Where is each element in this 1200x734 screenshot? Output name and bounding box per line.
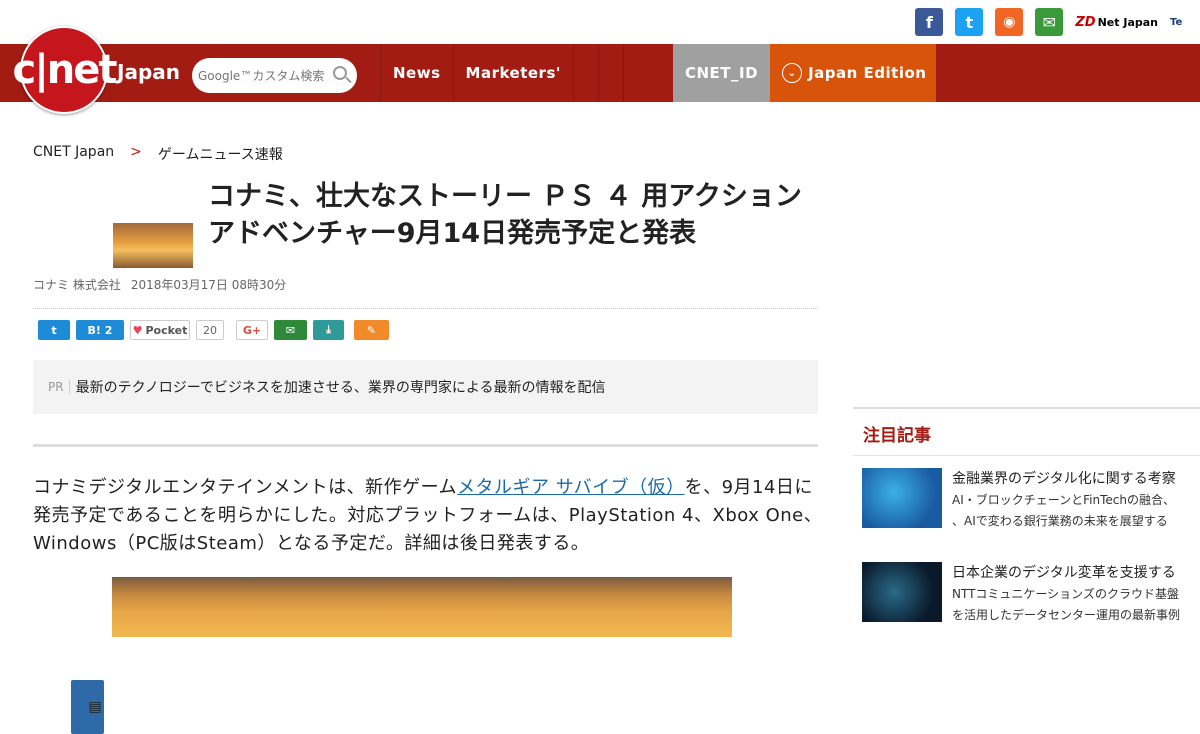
search-icon[interactable] — [333, 66, 347, 80]
twitter-icon[interactable]: t — [955, 8, 984, 36]
zdnet-link[interactable]: ZD Net Japan — [1075, 15, 1158, 30]
breadcrumb: CNET Japan > ゲームニュース速報 — [33, 144, 283, 164]
main-nav: News Marketers' CNET_ID ⌄ Japan Edition — [0, 44, 1200, 102]
sidebar-divider — [853, 455, 1200, 456]
rss-icon[interactable]: ◉ — [995, 8, 1024, 36]
sidebar-item-title[interactable]: 日本企業のデジタル変革を支援する — [952, 562, 1180, 584]
sidebar-item-summary: AI・ブロックチェーンとFinTechの融合、 — [952, 493, 1175, 507]
pocket-icon: ♥ — [132, 323, 143, 337]
mail-icon[interactable]: ✉ — [1035, 8, 1064, 36]
clip-button[interactable]: ✎ — [354, 320, 389, 340]
sidebar-item-summary: 、AIで変わる銀行業務の未来を展望する — [952, 514, 1168, 528]
sidebar-item-image — [862, 468, 942, 528]
article-title: コナミ、壮大なストーリー ＰＳ ４ 用アクションアドベンチャー9月14日発売予定… — [208, 181, 802, 249]
pocket-count: 20 — [196, 320, 224, 340]
top-bar: f t ◉ ✉ ZD Net Japan Te — [0, 0, 1200, 44]
sidebar-item[interactable]: 金融業界のデジタル化に関する考察 AI・ブロックチェーンとFinTechの融合、… — [862, 468, 1192, 532]
email-button[interactable]: ✉ — [274, 320, 307, 340]
print-button[interactable]: ▤ — [71, 680, 104, 734]
nav-japan-edition[interactable]: ⌄ Japan Edition — [770, 44, 937, 102]
sidebar-item-image — [862, 562, 942, 622]
nav-item-empty[interactable] — [597, 44, 623, 102]
article-thumbnail — [113, 223, 193, 268]
sidebar-divider — [853, 407, 1200, 409]
share-twitter-button[interactable]: t — [38, 320, 70, 340]
search-input[interactable] — [198, 68, 328, 83]
logo-japan: Japan — [117, 60, 180, 84]
share-bar: t B! 2 ♥ Pocket 20 G+ ▤ ✉ ⤓ ✎ — [38, 320, 389, 734]
breadcrumb-current[interactable]: ゲームニュース速報 — [158, 144, 283, 164]
article-date: 2018年03月17日 08時30分 — [130, 278, 287, 292]
pr-banner[interactable]: PR 最新のテクノロジーでビジネスを加速させる、業界の専門家による最新の情報を配… — [33, 360, 818, 414]
hero-image — [112, 577, 732, 637]
article-body: コナミデジタルエンタテインメントは、新作ゲームメタルギア サバイブ（仮）を、9月… — [33, 477, 823, 554]
sidebar-heading: 注目記事 — [863, 426, 931, 446]
nav-marketers[interactable]: Marketers' — [452, 44, 573, 102]
search-box[interactable] — [192, 58, 357, 93]
facebook-icon[interactable]: f — [915, 8, 944, 36]
chevron-down-icon: ⌄ — [782, 63, 803, 83]
article-link[interactable]: メタルギア サバイブ（仮） — [457, 477, 685, 498]
pr-text[interactable]: 最新のテクノロジーでビジネスを加速させる、業界の専門家による最新の情報を配信 — [76, 377, 606, 397]
article-meta: コナミ 株式会社 2018年03月17日 08時30分 — [33, 276, 286, 293]
sidebar-item-summary: を活用したデータセンター運用の最新事例 — [952, 608, 1181, 622]
social-links: f t ◉ ✉ ZD Net Japan Te — [915, 7, 1200, 37]
cnet-logo[interactable]: c|net — [12, 26, 118, 114]
pr-tag: PR — [48, 380, 70, 394]
sidebar-item[interactable]: 日本企業のデジタル変革を支援する NTTコミュニケーションズのクラウド基盤 を活… — [862, 562, 1192, 626]
article-author: コナミ 株式会社 — [33, 278, 121, 292]
save-button[interactable]: ⤓ — [313, 320, 344, 340]
divider — [33, 444, 818, 447]
breadcrumb-separator: > — [130, 144, 142, 160]
breadcrumb-home[interactable]: CNET Japan — [33, 144, 114, 164]
share-pocket-button[interactable]: ♥ Pocket — [130, 320, 190, 340]
nav-news[interactable]: News — [380, 44, 453, 102]
nav-item-empty[interactable] — [572, 44, 598, 102]
nav-cnet-id[interactable]: CNET_ID — [672, 44, 771, 102]
sidebar-item-title[interactable]: 金融業界のデジタル化に関する考察 — [952, 468, 1176, 490]
techrepublic-link[interactable]: Te — [1170, 17, 1200, 28]
divider — [33, 308, 818, 309]
nav-item-empty[interactable] — [622, 44, 648, 102]
sidebar-item-summary: NTTコミュニケーションズのクラウド基盤 — [952, 587, 1179, 601]
share-google-plus-button[interactable]: G+ — [236, 320, 268, 340]
share-hatena-button[interactable]: B! 2 — [76, 320, 124, 340]
